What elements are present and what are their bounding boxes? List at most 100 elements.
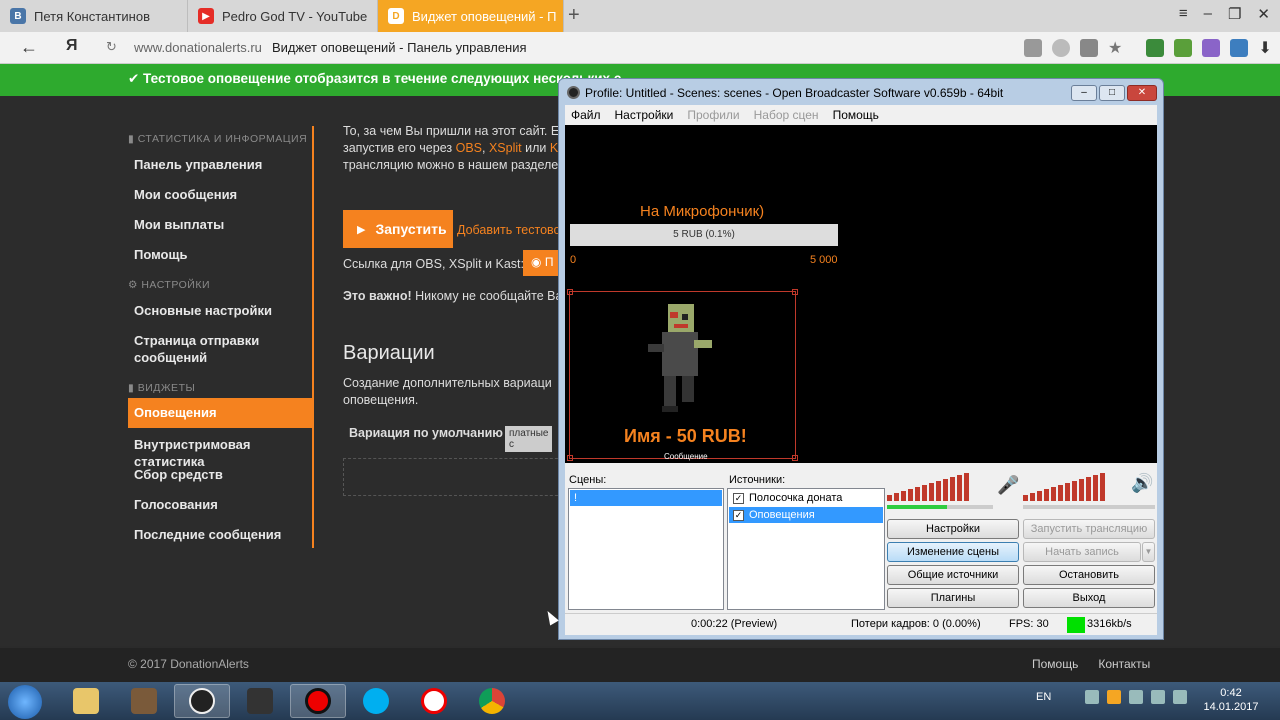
extension-icon[interactable] <box>1202 39 1221 57</box>
sidebar-item-send-page[interactable]: Страница отправки сообщений <box>128 332 314 366</box>
star-icon[interactable]: ★ <box>1108 38 1122 58</box>
source-item[interactable]: ✓ Оповещения <box>729 507 883 523</box>
taskbar-recorder[interactable] <box>290 684 346 718</box>
taskbar-chrome[interactable] <box>464 684 520 718</box>
sidebar-item-main-settings[interactable]: Основные настройки <box>128 302 314 319</box>
close-icon[interactable]: ✕ <box>1127 85 1157 101</box>
obs-link[interactable]: OBS <box>456 141 482 155</box>
extension-icon[interactable] <box>1230 39 1249 57</box>
url-domain[interactable]: www.donationalerts.ru <box>134 40 262 55</box>
settings-button[interactable]: Настройки <box>887 519 1019 539</box>
resize-handle[interactable] <box>792 455 798 461</box>
global-sources-button[interactable]: Общие источники <box>887 565 1019 585</box>
close-icon[interactable]: ✕ <box>1257 5 1270 23</box>
extension-icon[interactable] <box>1146 39 1165 57</box>
obs-statusbar: 0:00:22 (Preview) Потери кадров: 0 (0.00… <box>565 613 1157 635</box>
desktop-volume-meter[interactable] <box>1023 473 1105 501</box>
obs-preview[interactable]: На Микрофончик) 5 RUB (0.1%) 0 5 000 Имя… <box>565 125 1157 463</box>
start-stream-button[interactable]: Запустить трансляцию <box>1023 519 1155 539</box>
settings-gear-icon[interactable] <box>1052 39 1070 57</box>
menu-file[interactable]: Файл <box>571 108 601 125</box>
start-button-icon[interactable] <box>8 685 42 719</box>
scenes-list[interactable]: ! <box>568 488 724 610</box>
alert-widget-source[interactable]: Имя - 50 RUB! Сообщение <box>567 289 798 461</box>
launch-button[interactable]: ▶ Запустить <box>343 210 453 248</box>
sidebar-item-last-messages[interactable]: Последние сообщения <box>128 526 314 543</box>
taskbar-explorer[interactable] <box>58 684 114 718</box>
url-page-title[interactable]: Виджет оповещений - Панель управления <box>272 40 527 55</box>
menu-settings[interactable]: Настройки <box>615 108 674 125</box>
tray-app-icon[interactable] <box>1129 690 1144 704</box>
scene-item[interactable]: ! <box>570 490 722 506</box>
maximize-icon[interactable]: ❐ <box>1228 5 1241 23</box>
download-icon[interactable]: ⬇ <box>1258 38 1271 58</box>
exit-button[interactable]: Выход <box>1023 588 1155 608</box>
taskbar-obs[interactable] <box>174 684 230 718</box>
clock[interactable]: 0:42 14.01.2017 <box>1196 686 1266 714</box>
desktop-level-bar <box>1023 505 1155 509</box>
start-record-button[interactable]: Начать запись <box>1023 542 1141 562</box>
tab-vk[interactable]: В Петя Константинов <box>0 0 188 32</box>
add-test-alert-link[interactable]: Добавить тестово <box>457 223 561 237</box>
new-tab-plus-icon[interactable]: + <box>568 4 580 27</box>
address-bar: ← Я ↻ www.donationalerts.ru Виджет опове… <box>0 32 1280 64</box>
volume-icon[interactable] <box>1173 690 1188 704</box>
speaker-icon[interactable]: 🔊 <box>1131 473 1153 494</box>
sidebar-item-fundraising[interactable]: Сбор средств <box>128 466 314 483</box>
sidebar-item-stream-stats[interactable]: Внутристримовая статистика <box>128 436 314 470</box>
plugins-button[interactable]: Плагины <box>887 588 1019 608</box>
footer-contacts-link[interactable]: Контакты <box>1098 657 1150 671</box>
tray-app-icon[interactable] <box>1107 690 1122 704</box>
donation-progress-bar: 5 RUB (0.1%) <box>570 224 838 246</box>
xsplit-link[interactable]: XSplit <box>489 141 522 155</box>
menu-scene-collections[interactable]: Набор сцен <box>754 108 819 125</box>
checkbox[interactable]: ✓ <box>733 492 744 504</box>
maximize-icon[interactable]: □ <box>1099 85 1125 101</box>
sidebar-item-payouts[interactable]: Мои выплаты <box>128 216 314 233</box>
extension-icon[interactable] <box>1174 39 1193 57</box>
edit-icon[interactable] <box>1080 39 1098 57</box>
sidebar-item-polls[interactable]: Голосования <box>128 496 314 513</box>
menu-help[interactable]: Помощь <box>833 108 879 125</box>
tab-donationalerts[interactable]: D Виджет оповещений - П <box>378 0 564 32</box>
menu-profiles[interactable]: Профили <box>687 108 739 125</box>
intro-line-1: То, за чем Вы пришли на этот сайт. E <box>343 124 560 138</box>
tab-youtube[interactable]: ▶ Pedro God TV - YouTube <box>188 0 378 32</box>
sidebar-item-alerts[interactable]: Оповещения <box>128 398 314 428</box>
mic-volume-meter[interactable] <box>887 473 969 501</box>
resize-handle[interactable] <box>792 289 798 295</box>
taskbar-yandex-browser[interactable] <box>406 684 462 718</box>
taskbar-video-editor[interactable] <box>232 684 288 718</box>
minimize-icon[interactable]: – <box>1204 5 1212 23</box>
record-dropdown-chevron-icon[interactable]: ▼ <box>1142 542 1155 562</box>
taskbar-game[interactable] <box>116 684 172 718</box>
sidebar-item-messages[interactable]: Мои сообщения <box>128 186 314 203</box>
sidebar-item-dashboard[interactable]: Панель управления <box>128 156 314 173</box>
resize-handle[interactable] <box>567 455 573 461</box>
microphone-icon[interactable]: 🎤 <box>997 475 1019 496</box>
variation-dropzone[interactable] <box>343 458 573 496</box>
sidebar-item-help[interactable]: Помощь <box>128 246 314 263</box>
stop-preview-button[interactable]: Остановить предпросмотр <box>1023 565 1155 599</box>
checkbox[interactable]: ✓ <box>733 509 744 521</box>
network-icon[interactable] <box>1151 690 1166 704</box>
intro-line-2: запустив его через OBS, XSplit или Ka <box>343 141 565 155</box>
default-variation[interactable]: Вариация по умолчанию <box>349 426 503 440</box>
protect-icon[interactable] <box>1024 39 1042 57</box>
variations-desc-2: оповещения. <box>343 393 419 407</box>
show-link-button[interactable]: ◉ П <box>523 250 563 276</box>
taskbar-skype[interactable] <box>348 684 404 718</box>
sources-list[interactable]: ✓ Полосочка доната ✓ Оповещения <box>727 488 885 610</box>
resize-handle[interactable] <box>567 289 573 295</box>
menu-icon[interactable]: ≡ <box>1179 5 1188 23</box>
back-arrow-icon[interactable]: ← <box>20 37 38 58</box>
yandex-icon[interactable]: Я <box>66 37 78 55</box>
stream-time: 0:00:22 (Preview) <box>691 618 778 630</box>
source-item[interactable]: ✓ Полосочка доната <box>729 490 883 506</box>
minimize-icon[interactable]: – <box>1071 85 1097 101</box>
edit-scene-button[interactable]: Изменение сцены <box>887 542 1019 562</box>
tray-app-icon[interactable] <box>1085 690 1100 704</box>
footer-help-link[interactable]: Помощь <box>1032 657 1078 671</box>
language-indicator[interactable]: EN <box>1036 691 1051 703</box>
reload-icon[interactable]: ↻ <box>106 39 117 55</box>
